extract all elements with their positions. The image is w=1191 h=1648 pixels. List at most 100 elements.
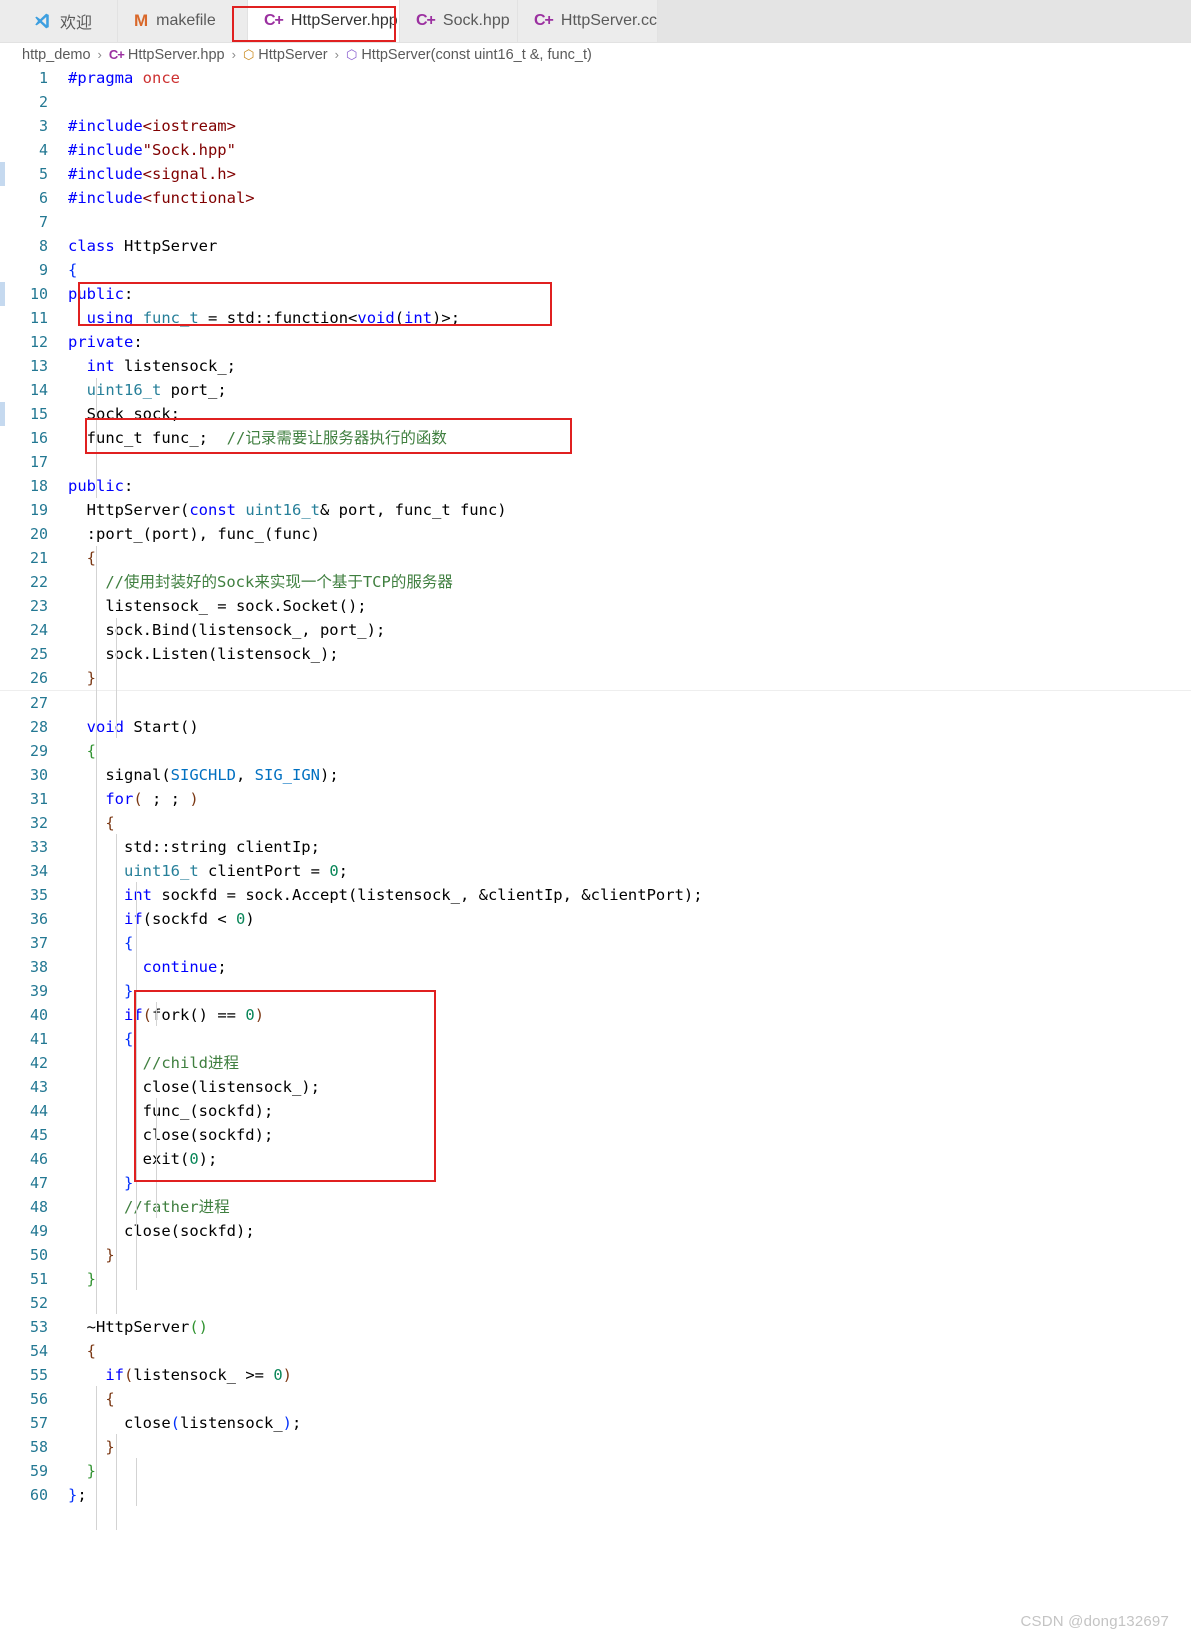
- code-line: 15 Sock sock;: [0, 402, 1191, 426]
- line-number: 20: [29, 525, 48, 543]
- code-line: 46 exit(0);: [0, 1147, 1191, 1171]
- code-text: }: [86, 1270, 97, 1288]
- line-number: 28: [29, 718, 48, 736]
- code-line: 60};: [0, 1483, 1191, 1507]
- line-number: 3: [38, 117, 48, 135]
- breadcrumb-item-file[interactable]: C+ HttpServer.hpp: [109, 47, 225, 63]
- code-text: void Start(): [86, 718, 199, 736]
- code-line: 26 }: [0, 666, 1191, 691]
- code-text: private:: [68, 333, 143, 351]
- line-number: 1: [38, 69, 48, 87]
- line-number: 46: [29, 1150, 48, 1168]
- code-line: 39 }: [0, 979, 1191, 1003]
- line-number: 58: [29, 1438, 48, 1456]
- gutter-marker: [0, 402, 5, 426]
- code-line: 57 close(listensock_);: [0, 1411, 1191, 1435]
- code-editor[interactable]: 1 #pragma once 2 3 #include<iostream> 4 #in…: [0, 66, 1191, 1530]
- line-number: 55: [29, 1366, 48, 1384]
- code-line: 9{: [0, 258, 1191, 282]
- tab-sock-hpp[interactable]: C+ Sock.hpp: [400, 0, 518, 42]
- code-text: func_t func_; //记录需要让服务器执行的函数: [86, 429, 447, 447]
- code-text: #include<signal.h>: [68, 165, 236, 183]
- code-line: 56 {: [0, 1387, 1191, 1411]
- code-text: signal(SIGCHLD, SIG_IGN);: [105, 766, 339, 784]
- code-text: {: [105, 1390, 115, 1408]
- csdn-watermark: CSDN @dong132697: [1020, 1613, 1169, 1630]
- line-number: 8: [38, 237, 48, 255]
- line-number: 36: [29, 910, 48, 928]
- tab-makefile[interactable]: M makefile: [118, 0, 248, 42]
- breadcrumb-item-method[interactable]: ⬡ HttpServer(const uint16_t &, func_t): [346, 47, 592, 63]
- code-text: {: [124, 1030, 134, 1048]
- line-number: 7: [38, 213, 48, 231]
- code-line: 12 private:: [0, 330, 1191, 354]
- breadcrumb-method-label: HttpServer(const uint16_t &, func_t): [361, 46, 592, 63]
- line-number: 29: [29, 742, 48, 760]
- code-line: 29 {: [0, 739, 1191, 763]
- breadcrumb-item-folder[interactable]: http_demo: [22, 47, 91, 63]
- code-text: using func_t = std::function<void(int)>;: [86, 309, 461, 327]
- line-number: 38: [29, 958, 48, 976]
- code-line: 31 for( ; ; ): [0, 787, 1191, 811]
- code-text: close(sockfd);: [124, 1222, 255, 1240]
- code-line: 5 #include<signal.h>: [0, 162, 1191, 186]
- code-text: int sockfd = sock.Accept(listensock_, &c…: [124, 886, 703, 904]
- tab-httpserver-cc[interactable]: C+ HttpServer.cc: [518, 0, 658, 42]
- tab-welcome[interactable]: 欢迎: [0, 0, 118, 42]
- line-number: 50: [29, 1246, 48, 1264]
- code-line: 1 #pragma once: [0, 66, 1191, 90]
- code-line: 20 :port_(port), func_(func): [0, 522, 1191, 546]
- code-line: 8 class HttpServer: [0, 234, 1191, 258]
- line-number: 19: [29, 501, 48, 519]
- line-number: 15: [29, 405, 48, 423]
- cpp-file-icon: C+: [108, 47, 125, 62]
- code-line: 2: [0, 90, 1191, 114]
- code-line: 4 #include"Sock.hpp": [0, 138, 1191, 162]
- code-line: 6 #include<functional>: [0, 186, 1191, 210]
- tab-httpserver-hpp[interactable]: C+ HttpServer.hpp ✕: [248, 0, 430, 42]
- code-text: close(sockfd);: [142, 1126, 274, 1144]
- tab-httpserver-cc-label: HttpServer.cc: [560, 12, 657, 29]
- tab-httpserver-hpp-label: HttpServer.hpp: [290, 12, 398, 29]
- code-line: 30 signal(SIGCHLD, SIG_IGN);: [0, 763, 1191, 787]
- code-line: 44 func_(sockfd);: [0, 1099, 1191, 1123]
- code-text: sock.Listen(listensock_);: [105, 645, 339, 663]
- code-line: 58 }: [0, 1435, 1191, 1459]
- line-number: 40: [29, 1006, 48, 1024]
- indent-guide: [136, 882, 137, 1290]
- code-text: uint16_t port_;: [86, 381, 227, 399]
- line-number: 6: [38, 189, 48, 207]
- code-line: 35 int sockfd = sock.Accept(listensock_,…: [0, 883, 1191, 907]
- code-line: 11 using func_t = std::function<void(int…: [0, 306, 1191, 330]
- code-text: //child进程: [142, 1054, 239, 1072]
- line-number: 39: [29, 982, 48, 1000]
- code-line: 41 {: [0, 1027, 1191, 1051]
- code-line: 48 //father进程: [0, 1195, 1191, 1219]
- line-number: 60: [29, 1486, 48, 1504]
- code-line: 33 std::string clientIp;: [0, 835, 1191, 859]
- code-text: public:: [68, 285, 134, 303]
- code-line: 28 void Start(): [0, 715, 1191, 739]
- indent-guide: [116, 834, 117, 1314]
- code-text: }: [124, 982, 134, 1000]
- tab-bar-filler: [658, 0, 1191, 42]
- code-text: //使用封装好的Sock来实现一个基于TCP的服务器: [105, 573, 453, 591]
- code-text: {: [86, 742, 97, 760]
- code-line: 24 sock.Bind(listensock_, port_);: [0, 618, 1191, 642]
- gutter-marker: [0, 282, 5, 306]
- line-number: 35: [29, 886, 48, 904]
- code-line: 49 close(sockfd);: [0, 1219, 1191, 1243]
- code-text: ~HttpServer(): [86, 1318, 208, 1336]
- code-line: 37 {: [0, 931, 1191, 955]
- line-number: 16: [29, 429, 48, 447]
- code-text: }: [105, 1438, 115, 1456]
- code-line: 14 uint16_t port_;: [0, 378, 1191, 402]
- code-line: 45 close(sockfd);: [0, 1123, 1191, 1147]
- breadcrumb-item-class[interactable]: ⬡ HttpServer: [243, 47, 328, 63]
- code-text: #include<functional>: [68, 189, 255, 207]
- code-text: }: [86, 669, 97, 687]
- indent-guide: [116, 1434, 117, 1530]
- line-number: 13: [29, 357, 48, 375]
